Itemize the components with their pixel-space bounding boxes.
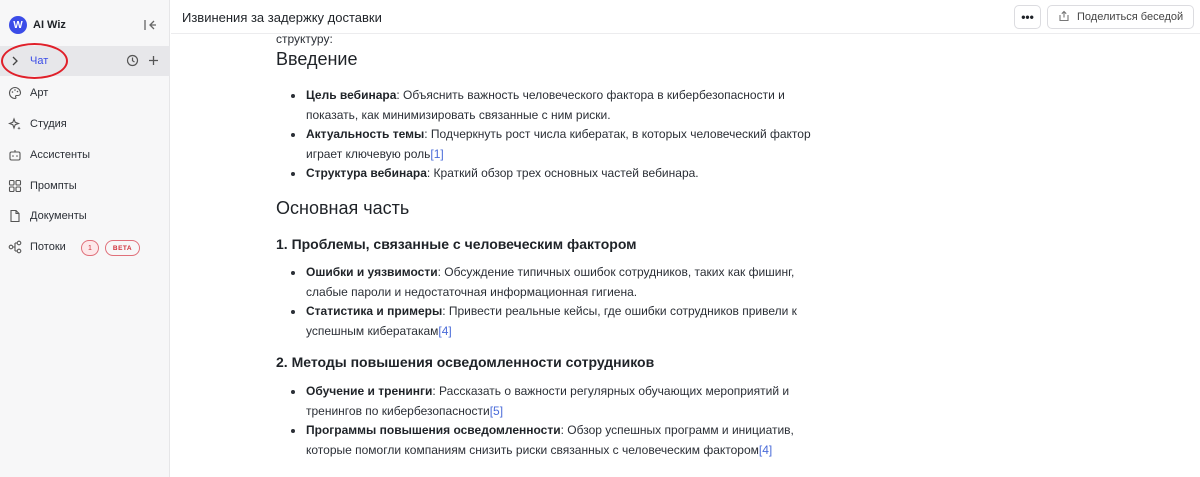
sidebar-item-label: Ассистенты (30, 149, 91, 161)
heading-section-2: 2. Методы повышения осведомленности сотр… (276, 354, 655, 370)
brand[interactable]: W AI Wiz (9, 15, 66, 35)
more-options-button[interactable]: ••• (1014, 5, 1041, 29)
count-badge: 1 (81, 240, 99, 256)
share-button-label: Поделиться беседой (1077, 11, 1184, 23)
sidebar-item-flows[interactable]: Потоки 1 BETA (0, 232, 170, 262)
sidebar: W AI Wiz Чат Арт Студия Ассистенты Промп… (0, 0, 170, 477)
sidebar-item-label: Чат (30, 55, 49, 67)
citation-link[interactable]: [5] (490, 404, 503, 418)
list-item: Структура вебинара: Краткий обзор трех о… (276, 164, 816, 184)
flow-icon (8, 240, 22, 254)
palette-icon (8, 86, 22, 100)
section-2-list: Обучение и тренинги: Рассказать о важнос… (276, 382, 816, 460)
document-icon (8, 209, 22, 223)
citation-link[interactable]: [4] (759, 443, 772, 457)
sidebar-item-studio[interactable]: Студия (0, 109, 170, 139)
list-item: Ошибки и уязвимости: Обсуждение типичных… (276, 263, 816, 302)
sidebar-item-prompts[interactable]: Промпты (0, 171, 170, 201)
section-1-list: Ошибки и уязвимости: Обсуждение типичных… (276, 263, 816, 341)
list-item: Цель вебинара: Объяснить важность челове… (276, 86, 816, 125)
sidebar-item-label: Документы (30, 210, 87, 222)
sidebar-item-label: Промпты (30, 180, 77, 192)
share-icon (1058, 10, 1070, 25)
list-item: Обучение и тренинги: Рассказать о важнос… (276, 382, 816, 421)
heading-intro: Введение (276, 49, 358, 69)
sidebar-item-documents[interactable]: Документы (0, 201, 170, 231)
chat-header: Извинения за задержку доставки ••• Подел… (171, 0, 1200, 34)
brand-logo: W (9, 16, 27, 34)
sidebar-item-chat[interactable]: Чат (0, 46, 170, 76)
list-item: Статистика и примеры: Привести реальные … (276, 302, 816, 341)
list-item: Программы повышения осведомленности: Обз… (276, 421, 816, 460)
brand-name: AI Wiz (33, 19, 66, 31)
intro-list: Цель вебинара: Объяснить важность челове… (276, 86, 816, 184)
history-icon[interactable] (126, 54, 139, 67)
citation-link[interactable]: [4] (438, 324, 451, 338)
chevron-right-icon (8, 54, 22, 68)
sidebar-item-art[interactable]: Арт (0, 78, 170, 108)
heading-section-1: 1. Проблемы, связанные с человеческим фа… (276, 236, 637, 252)
sidebar-item-assistants[interactable]: Ассистенты (0, 140, 170, 170)
sparkle-icon (7, 117, 22, 131)
beta-badge: BETA (105, 240, 140, 256)
sidebar-item-label: Студия (30, 118, 67, 130)
chat-title: Извинения за задержку доставки (182, 10, 382, 25)
app-window: W AI Wiz Чат Арт Студия Ассистенты Промп… (0, 0, 1200, 477)
bot-icon (8, 148, 22, 162)
sidebar-item-label: Арт (30, 87, 49, 99)
grid-icon (8, 179, 22, 193)
heading-main: Основная часть (276, 198, 410, 218)
new-chat-icon[interactable] (147, 54, 160, 67)
list-item: Актуальность темы: Подчеркнуть рост числ… (276, 125, 816, 164)
message-text: структуру: (276, 32, 333, 46)
sidebar-item-label: Потоки (30, 241, 66, 253)
collapse-sidebar-icon[interactable] (143, 18, 157, 32)
citation-link[interactable]: [1] (430, 147, 443, 161)
share-conversation-button[interactable]: Поделиться беседой (1047, 5, 1194, 29)
